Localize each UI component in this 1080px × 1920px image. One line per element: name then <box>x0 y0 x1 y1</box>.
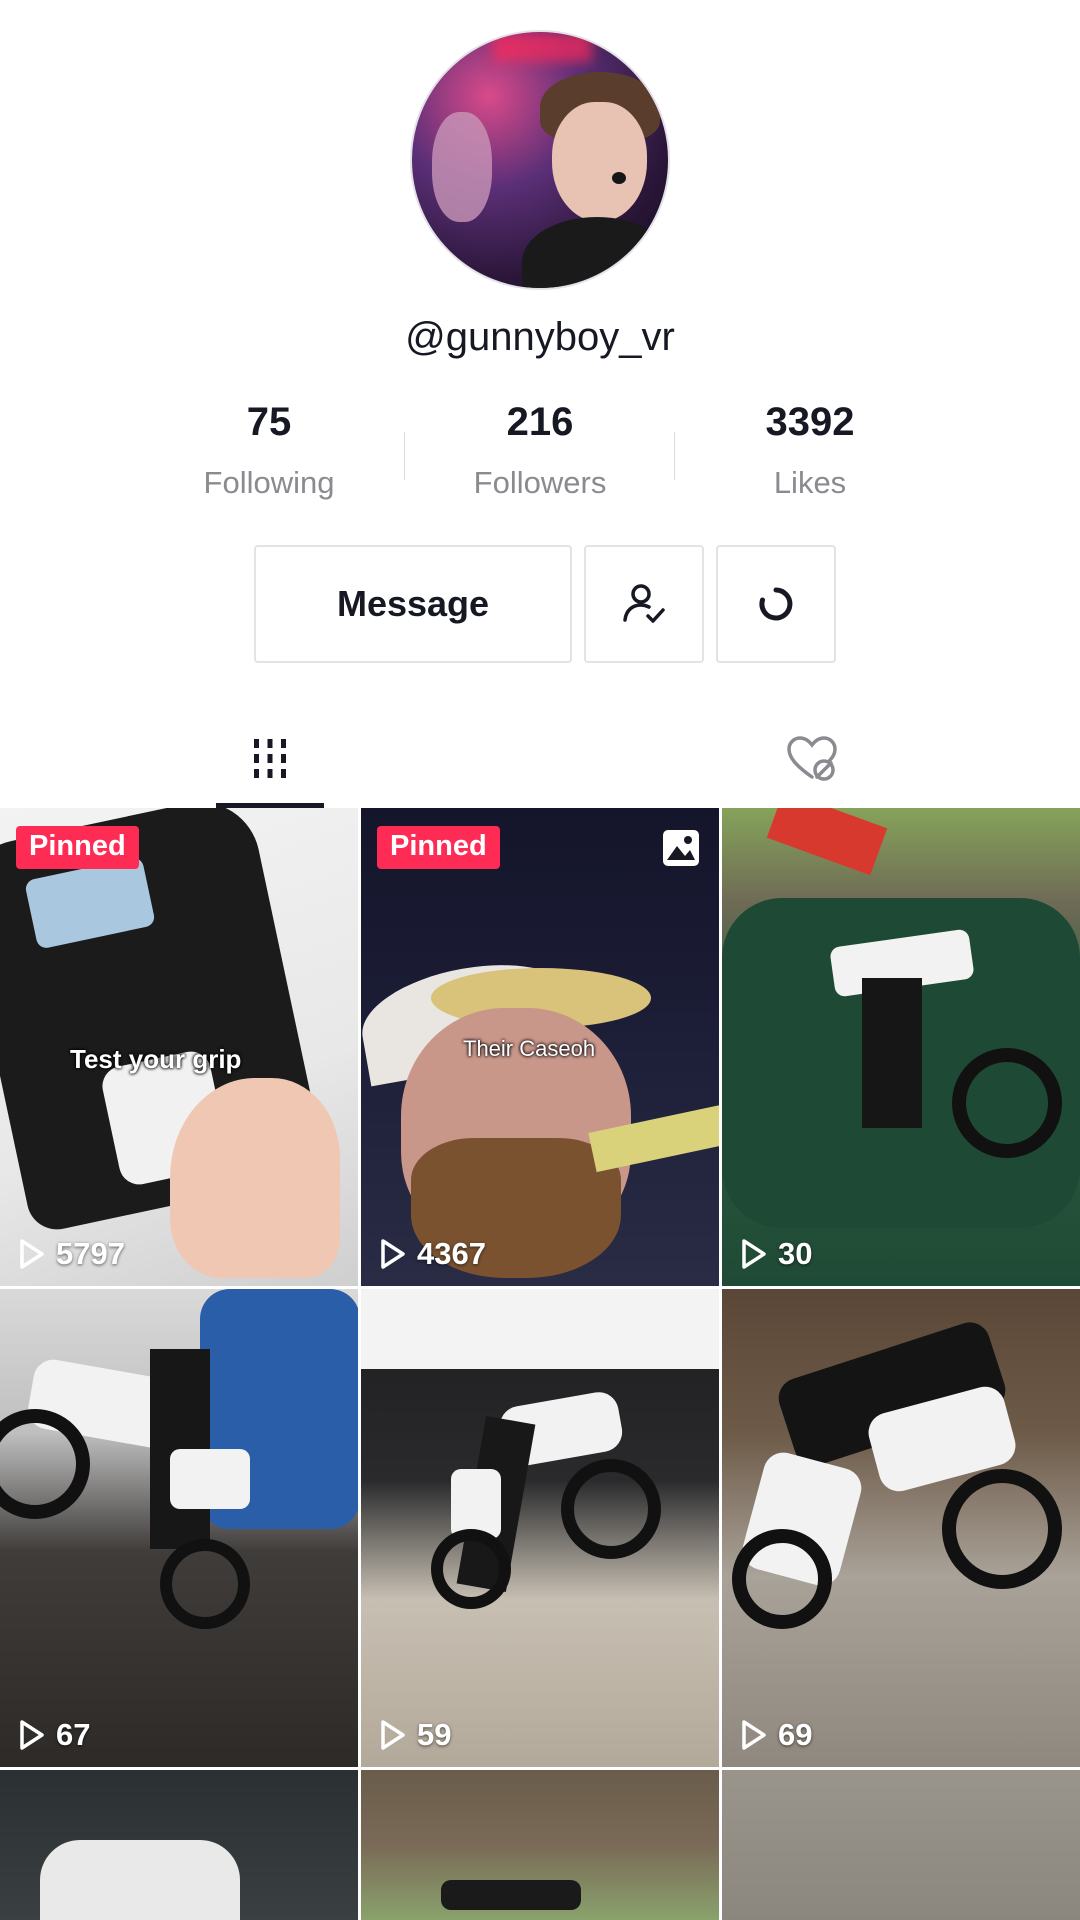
stat-likes[interactable]: 3392 Likes <box>675 400 945 501</box>
car-shape <box>40 1840 240 1920</box>
stat-divider <box>674 432 675 480</box>
bike-wheel <box>942 1469 1062 1589</box>
slide-shape <box>766 808 888 876</box>
video-thumbnail[interactable] <box>361 1770 719 1920</box>
stat-followers-count: 216 <box>506 400 574 444</box>
video-thumbnail[interactable]: 67 <box>0 1289 358 1767</box>
stat-likes-count: 3392 <box>765 400 855 444</box>
bike-plate <box>170 1449 250 1509</box>
message-button[interactable]: Message <box>254 545 572 663</box>
view-count-value: 30 <box>778 1236 813 1271</box>
view-count-value: 69 <box>778 1717 813 1752</box>
view-count: 59 <box>379 1717 451 1753</box>
bike-wheel <box>561 1459 661 1559</box>
tab-videos[interactable] <box>216 710 324 807</box>
video-thumbnail[interactable]: 59 <box>361 1289 719 1767</box>
view-count: 69 <box>740 1717 812 1753</box>
view-count-value: 5797 <box>56 1236 125 1271</box>
pinned-badge: Pinned <box>377 826 500 869</box>
avatar-shirt <box>522 217 668 288</box>
bike-wheel <box>732 1529 832 1629</box>
video-caption: Their Caseoh <box>463 1036 596 1061</box>
profile-avatar[interactable] <box>410 30 670 290</box>
play-icon <box>20 1720 44 1750</box>
video-thumbnail[interactable] <box>0 1770 358 1920</box>
person-check-icon <box>623 584 665 623</box>
pinned-badge: Pinned <box>16 826 139 869</box>
profile-stats: 75 Following 216 Followers 3392 Likes <box>0 400 1080 510</box>
following-status-button[interactable] <box>584 545 704 663</box>
hidden-heart-icon <box>787 735 837 781</box>
view-count: 30 <box>740 1236 812 1272</box>
stat-divider <box>404 432 405 480</box>
video-thumbnail[interactable] <box>722 1770 1080 1920</box>
photo-icon <box>661 828 701 873</box>
stat-followers[interactable]: 216 Followers <box>405 400 675 501</box>
boat-shape <box>361 1289 719 1369</box>
profile-tabs <box>0 710 1080 810</box>
grid-icon <box>254 738 286 778</box>
stat-following[interactable]: 75 Following <box>134 400 404 501</box>
stat-likes-label: Likes <box>773 465 847 500</box>
avatar-filter-nose <box>612 172 626 184</box>
hand-shape <box>170 1078 340 1278</box>
bike-frame <box>862 978 922 1128</box>
view-count-value: 4367 <box>417 1236 486 1271</box>
view-count: 4367 <box>379 1236 486 1272</box>
view-count: 5797 <box>18 1236 125 1272</box>
refresh-icon <box>759 587 793 621</box>
view-count-value: 67 <box>56 1717 91 1752</box>
view-count: 67 <box>18 1717 90 1753</box>
avatar-mirror-face <box>432 112 492 222</box>
play-icon <box>742 1720 766 1750</box>
bike-wheel <box>431 1529 511 1609</box>
video-thumbnail[interactable]: Pinned Test your grip 5797 <box>0 808 358 1286</box>
tab-liked[interactable] <box>758 710 866 807</box>
bike-shape <box>441 1880 581 1910</box>
bike-wheel <box>952 1048 1062 1158</box>
avatar-face <box>552 102 647 222</box>
video-thumbnail[interactable]: Pinned Their Caseoh 4367 <box>361 808 719 1286</box>
refresh-button[interactable] <box>716 545 836 663</box>
profile-username: @gunnyboy_vr <box>405 315 675 359</box>
bike-wheel <box>160 1539 250 1629</box>
avatar-light <box>492 32 592 62</box>
stat-following-count: 75 <box>246 400 292 444</box>
video-thumbnail[interactable]: 69 <box>722 1289 1080 1767</box>
stat-following-label: Following <box>203 465 335 500</box>
stat-followers-label: Followers <box>473 465 607 500</box>
play-icon <box>381 1720 405 1750</box>
play-icon <box>381 1239 405 1269</box>
video-caption: Test your grip <box>70 1044 242 1074</box>
play-icon <box>20 1239 44 1269</box>
view-count-value: 59 <box>417 1717 452 1752</box>
video-thumbnail[interactable]: 30 <box>722 808 1080 1286</box>
play-icon <box>742 1239 766 1269</box>
